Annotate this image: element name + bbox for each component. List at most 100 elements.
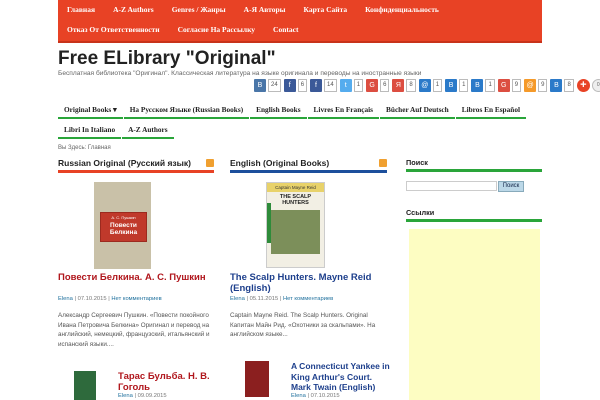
nav-french-books[interactable]: Livres En Français [307, 102, 380, 119]
cover-title-plate: А. С. Пушкин Повести Белкина [100, 212, 147, 242]
nav-russian-books[interactable]: На Русском Языке (Russian Books) [123, 102, 250, 119]
total-share-count: 0 [591, 78, 600, 92]
top-bar: Главная A-Z Authors Genres / Жанры А-Я А… [58, 0, 542, 43]
post-date: 05.11.2015 [249, 296, 279, 302]
share-count: 1 [459, 78, 469, 92]
post-title-scalp-hunters[interactable]: The Scalp Hunters. Mayne Reid (English) [230, 272, 390, 294]
nav-original-books[interactable]: Original Books ▾ [58, 102, 123, 119]
post-date: 07.10.2015 [77, 296, 107, 302]
cover-spine-band [267, 203, 271, 243]
google-share-button[interactable]: G [497, 78, 510, 92]
post-comments-link[interactable]: Нет комментариев [283, 296, 333, 302]
rss-icon[interactable] [379, 159, 387, 167]
topnav-genres[interactable]: Genres / Жанры [163, 0, 235, 20]
share-count: 9 [538, 78, 548, 92]
share-count: 14 [324, 78, 337, 92]
topnav-home[interactable]: Главная [58, 0, 104, 20]
cover-author: Captain Mayne Reid [267, 183, 324, 192]
share-button[interactable]: В [445, 78, 458, 92]
book-cover-connecticut-yankee[interactable] [245, 361, 269, 397]
search-widget-heading: Поиск [406, 157, 542, 172]
post-date: 07.10.2015 [310, 393, 340, 399]
rss-icon[interactable] [206, 159, 214, 167]
nav-az-authors[interactable]: A-Z Authors [122, 122, 174, 139]
share-count: 1 [432, 78, 443, 92]
russian-column-heading: Russian Original (Русский язык) [58, 157, 214, 173]
links-widget-heading: Ссылки [406, 207, 542, 222]
meta-separator: | [108, 296, 110, 302]
share-bar: В 24 f 6 f 14 t 1 G 6 Я 8 @ 1 В 1 В 1 G … [254, 78, 600, 92]
top-navigation: Главная A-Z Authors Genres / Жанры А-Я А… [58, 0, 542, 40]
cover-title: Повести Белкина [109, 222, 138, 236]
english-column: English (Original Books) [230, 157, 387, 173]
share-count: 9 [511, 78, 522, 92]
cover-author: А. С. Пушкин [111, 215, 136, 220]
share-count: 1 [353, 78, 364, 92]
main-navigation: Original Books ▾ На Русском Языке (Russi… [58, 102, 542, 142]
share-count: 6 [380, 78, 390, 92]
topnav-privacy[interactable]: Конфиденциальность [356, 0, 448, 20]
facebook-share-button[interactable]: f [283, 78, 296, 92]
nav-italian-books[interactable]: Libri In Italiano [58, 122, 122, 139]
book-cover-taras-bulba[interactable] [74, 371, 96, 400]
odnoklassniki-share-button[interactable]: @ [524, 78, 537, 92]
cover-title: THE SCALP HUNTERS [279, 194, 312, 206]
topnav-sitemap[interactable]: Карта Сайта [295, 0, 357, 20]
meta-separator: | [246, 296, 248, 302]
russian-column: Russian Original (Русский язык) [58, 157, 214, 173]
facebook-share-button[interactable]: f [310, 78, 323, 92]
post-comments-link[interactable]: Нет комментариев [111, 296, 161, 302]
vk-share-button[interactable]: В [254, 78, 266, 92]
post-meta: Elena | 05.11.2015 | Нет комментариев [230, 296, 390, 302]
book-cover-scalp-hunters[interactable]: Captain Mayne Reid THE SCALP HUNTERS [266, 182, 325, 268]
column-heading-text[interactable]: English (Original Books) [230, 158, 329, 168]
column-heading-text[interactable]: Russian Original (Русский язык) [58, 158, 191, 168]
share-count: 8 [406, 78, 416, 92]
post-title-taras-bulba[interactable]: Тарас Бульба. Н. В. Гоголь [118, 371, 218, 393]
search-button[interactable]: Поиск [498, 181, 524, 192]
share-button[interactable]: В [471, 78, 484, 92]
post-author[interactable]: Elena [230, 296, 245, 302]
topnav-az-authors[interactable]: A-Z Authors [104, 0, 163, 20]
topnav-contact[interactable]: Contact [264, 20, 307, 40]
post-author[interactable]: Elena [118, 393, 133, 399]
post-author[interactable]: Elena [291, 393, 306, 399]
post-excerpt: Александр Сергеевич Пушкин. «Повести пок… [58, 312, 210, 348]
share-count: 6 [297, 78, 308, 92]
meta-separator: | [279, 296, 282, 302]
topnav-authors-ru[interactable]: А-Я Авторы [235, 0, 295, 20]
share-count: 8 [564, 78, 574, 92]
post-excerpt: Captain Mayne Reid. The Scalp Hunters. O… [230, 312, 376, 339]
post-title-povesti-belkina[interactable]: Повести Белкина. А. С. Пушкин [58, 272, 218, 283]
twitter-share-button[interactable]: t [339, 78, 352, 92]
nav-spanish-books[interactable]: Libros En Español [455, 102, 527, 119]
post-date: 09.09.2015 [137, 393, 167, 399]
book-cover-povesti-belkina[interactable]: А. С. Пушкин Повести Белкина [94, 182, 151, 269]
post-meta: Elena | 07.10.2015 | Нет комментариев [58, 296, 218, 302]
meta-separator: | [307, 393, 309, 399]
site-description: Бесплатная библиотека "Оригинал". Класси… [58, 70, 422, 77]
topnav-newsletter[interactable]: Согласие На Рассылку [169, 20, 264, 40]
mail-share-button[interactable]: @ [418, 78, 431, 92]
search-input[interactable] [406, 181, 497, 191]
nav-german-books[interactable]: Bücher Auf Deutsch [380, 102, 455, 119]
meta-separator: | [74, 296, 76, 302]
plus-icon[interactable]: + [576, 78, 590, 92]
advertisement-area[interactable] [409, 229, 540, 400]
cover-illustration [271, 210, 320, 254]
post-meta: Elena | 09.09.2015 [118, 393, 218, 399]
meta-separator: | [134, 393, 136, 399]
post-author[interactable]: Elena [58, 296, 73, 302]
yandex-share-button[interactable]: Я [392, 78, 405, 92]
share-count: 1 [485, 78, 495, 92]
topnav-disclaimer[interactable]: Отказ От Ответственности [58, 20, 169, 40]
share-count: 24 [268, 78, 281, 92]
site-title[interactable]: Free ELibrary "Original" [58, 48, 276, 70]
share-button[interactable]: В [550, 78, 563, 92]
google-plus-share-button[interactable]: G [366, 78, 379, 92]
post-meta: Elena | 07.10.2015 [291, 393, 391, 399]
nav-english-books[interactable]: English Books [250, 102, 307, 119]
breadcrumb: Вы Здесь: Главная [58, 145, 111, 151]
post-title-connecticut-yankee[interactable]: A Connecticut Yankee in King Arthur's Co… [291, 361, 391, 393]
english-column-heading: English (Original Books) [230, 157, 387, 173]
